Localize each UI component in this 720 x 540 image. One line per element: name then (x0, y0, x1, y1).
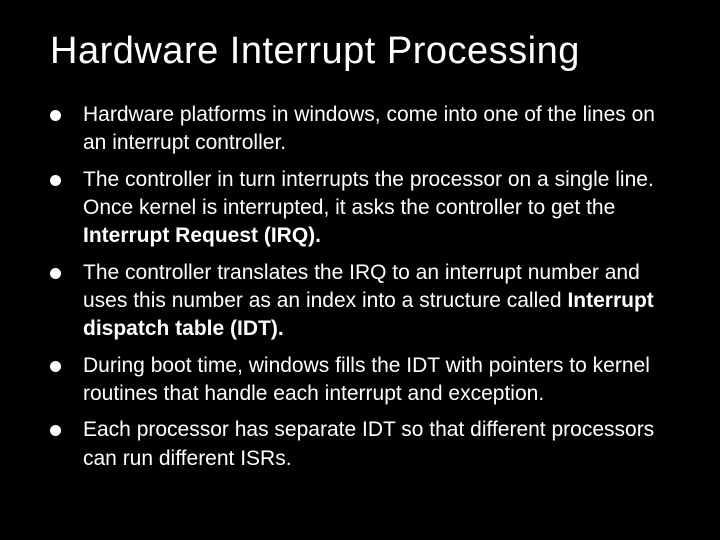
bullet-text: During boot time, windows fills the IDT … (83, 352, 680, 409)
bullet-text: The controller translates the IRQ to an … (83, 259, 680, 344)
bullet-icon (50, 425, 61, 436)
list-item: Hardware platforms in windows, come into… (50, 101, 680, 158)
bullet-icon (50, 110, 61, 121)
bullet-list: Hardware platforms in windows, come into… (50, 101, 680, 473)
bullet-icon (50, 175, 61, 186)
list-item: During boot time, windows fills the IDT … (50, 352, 680, 409)
list-item: The controller translates the IRQ to an … (50, 259, 680, 344)
list-item: Each processor has separate IDT so that … (50, 416, 680, 473)
bullet-icon (50, 268, 61, 279)
slide: Hardware Interrupt Processing Hardware p… (0, 0, 720, 540)
bullet-text: Hardware platforms in windows, come into… (83, 101, 680, 158)
bullet-icon (50, 361, 61, 372)
page-title: Hardware Interrupt Processing (50, 30, 680, 73)
bullet-text: The controller in turn interrupts the pr… (83, 166, 680, 251)
list-item: The controller in turn interrupts the pr… (50, 166, 680, 251)
bullet-text: Each processor has separate IDT so that … (83, 416, 680, 473)
